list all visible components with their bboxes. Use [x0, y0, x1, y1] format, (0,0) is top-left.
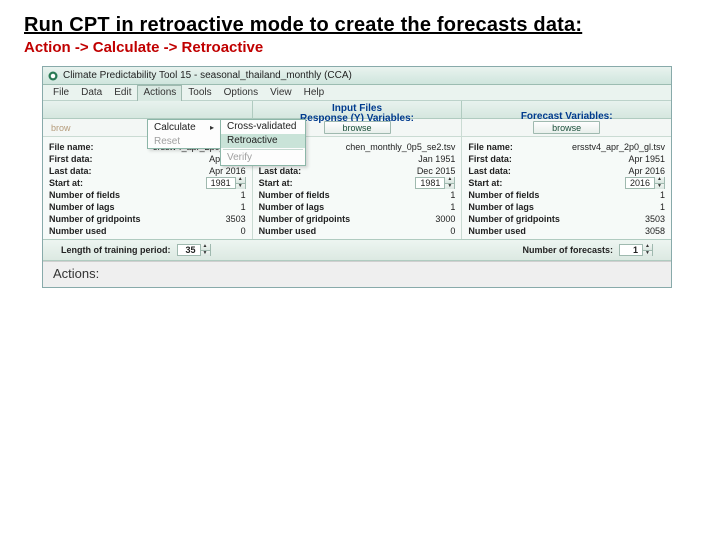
- fv-fields: 1: [615, 189, 665, 201]
- xl-start: Start at:: [49, 177, 83, 189]
- length-training: Length of training period: 35▲▼: [61, 244, 211, 256]
- column-headers: Input Files Response (Y) Variables: Fore…: [43, 101, 671, 119]
- xl-lags: Number of lags: [49, 201, 115, 213]
- menu-help[interactable]: Help: [298, 85, 331, 101]
- x-start-spinner[interactable]: 1981▲▼: [206, 177, 246, 189]
- info-col-f: File name:ersstv4_apr_2p0_gl.tsv First d…: [461, 137, 671, 239]
- info-row: File name: ersstv4_apr_2p0_gl.tsv First d…: [43, 137, 671, 239]
- xl-fields: Number of fields: [49, 189, 120, 201]
- menu-view[interactable]: View: [264, 85, 298, 101]
- yv-used: 0: [405, 225, 455, 237]
- nfore-label: Number of forecasts:: [522, 245, 613, 255]
- length-label: Length of training period:: [61, 245, 171, 255]
- menu-file[interactable]: File: [47, 85, 75, 101]
- submenu-arrow-icon: ▸: [210, 123, 214, 132]
- nfore-value: 1: [620, 245, 642, 255]
- xv-lags: 1: [196, 201, 246, 213]
- y-start-spinner[interactable]: 1981▲▼: [415, 177, 455, 189]
- window-title: Climate Predictability Tool 15 - seasona…: [63, 70, 352, 81]
- menu-data[interactable]: Data: [75, 85, 108, 101]
- fv-first: Apr 1951: [615, 153, 665, 165]
- footer-row: Length of training period: 35▲▼ Number o…: [43, 239, 671, 261]
- length-value: 35: [178, 245, 200, 255]
- slide-title: Run CPT in retroactive mode to create th…: [24, 14, 720, 37]
- fv-lags: 1: [615, 201, 665, 213]
- sub-verify: Verify: [221, 151, 305, 165]
- calculate-submenu: Cross-validated Retroactive Verify: [220, 119, 306, 166]
- xl-first: First data:: [49, 153, 93, 165]
- xv-used: 0: [196, 225, 246, 237]
- dd-reset: Reset: [148, 134, 220, 148]
- sub-retroactive[interactable]: Retroactive: [221, 134, 305, 148]
- menu-actions[interactable]: Actions: [137, 85, 182, 101]
- xl-used: Number used: [49, 225, 107, 237]
- yv-file: chen_monthly_0p5_se2.tsv: [346, 141, 456, 153]
- titlebar: Climate Predictability Tool 15 - seasona…: [43, 67, 671, 85]
- xl-file: File name:: [49, 141, 94, 153]
- menu-options[interactable]: Options: [218, 85, 264, 101]
- col-head-x: [43, 101, 252, 118]
- num-forecasts: Number of forecasts: 1▲▼: [522, 244, 653, 256]
- actions-dropdown: Calculate ▸ Cross-validated Retroactive …: [147, 119, 221, 149]
- xl-last: Last data:: [49, 165, 92, 177]
- menu-tools[interactable]: Tools: [182, 85, 217, 101]
- col-head-y: Input Files Response (Y) Variables:: [252, 101, 462, 118]
- spin-down-icon[interactable]: ▼: [642, 250, 652, 256]
- browse-placeholder-x: brow: [43, 123, 71, 133]
- browse-button-y[interactable]: browse: [324, 121, 391, 134]
- browse-button-f[interactable]: browse: [533, 121, 600, 134]
- yv-lags: 1: [405, 201, 455, 213]
- yv-gp: 3000: [405, 213, 455, 225]
- menu-edit[interactable]: Edit: [108, 85, 137, 101]
- nfore-spinner[interactable]: 1▲▼: [619, 244, 653, 256]
- app-window: Climate Predictability Tool 15 - seasona…: [42, 66, 672, 288]
- client-area: File Data Edit Actions Tools Options Vie…: [43, 85, 671, 287]
- browse-cell-f: browse: [461, 119, 671, 136]
- fv-used: 3058: [615, 225, 665, 237]
- yv-fields: 1: [405, 189, 455, 201]
- xv-fields: 1: [196, 189, 246, 201]
- f-start-value: 2016: [626, 177, 654, 189]
- f-start-spinner[interactable]: 2016▲▼: [625, 177, 665, 189]
- fv-gp: 3503: [615, 213, 665, 225]
- xl-gp: Number of gridpoints: [49, 213, 141, 225]
- browse-row: brow browse browse: [43, 119, 671, 137]
- spin-down-icon[interactable]: ▼: [200, 250, 210, 256]
- col-head-f: Forecast Variables:: [461, 101, 671, 118]
- dd-calculate[interactable]: Calculate ▸ Cross-validated Retroactive …: [148, 120, 220, 134]
- sub-cross-validated[interactable]: Cross-validated: [221, 120, 305, 134]
- x-start-value: 1981: [207, 177, 235, 189]
- xv-gp: 3503: [196, 213, 246, 225]
- slide-subtitle: Action -> Calculate -> Retroactive: [24, 39, 720, 56]
- actions-bar: Actions:: [43, 261, 671, 287]
- yv-first: Jan 1951: [405, 153, 455, 165]
- dd-reset-label: Reset: [154, 136, 180, 147]
- y-start-value: 1981: [416, 177, 444, 189]
- submenu-separator: [223, 149, 303, 150]
- dd-calculate-label: Calculate: [154, 122, 196, 133]
- fv-file: ersstv4_apr_2p0_gl.tsv: [572, 141, 665, 153]
- length-spinner[interactable]: 35▲▼: [177, 244, 211, 256]
- menubar: File Data Edit Actions Tools Options Vie…: [43, 85, 671, 101]
- app-icon: [47, 70, 59, 82]
